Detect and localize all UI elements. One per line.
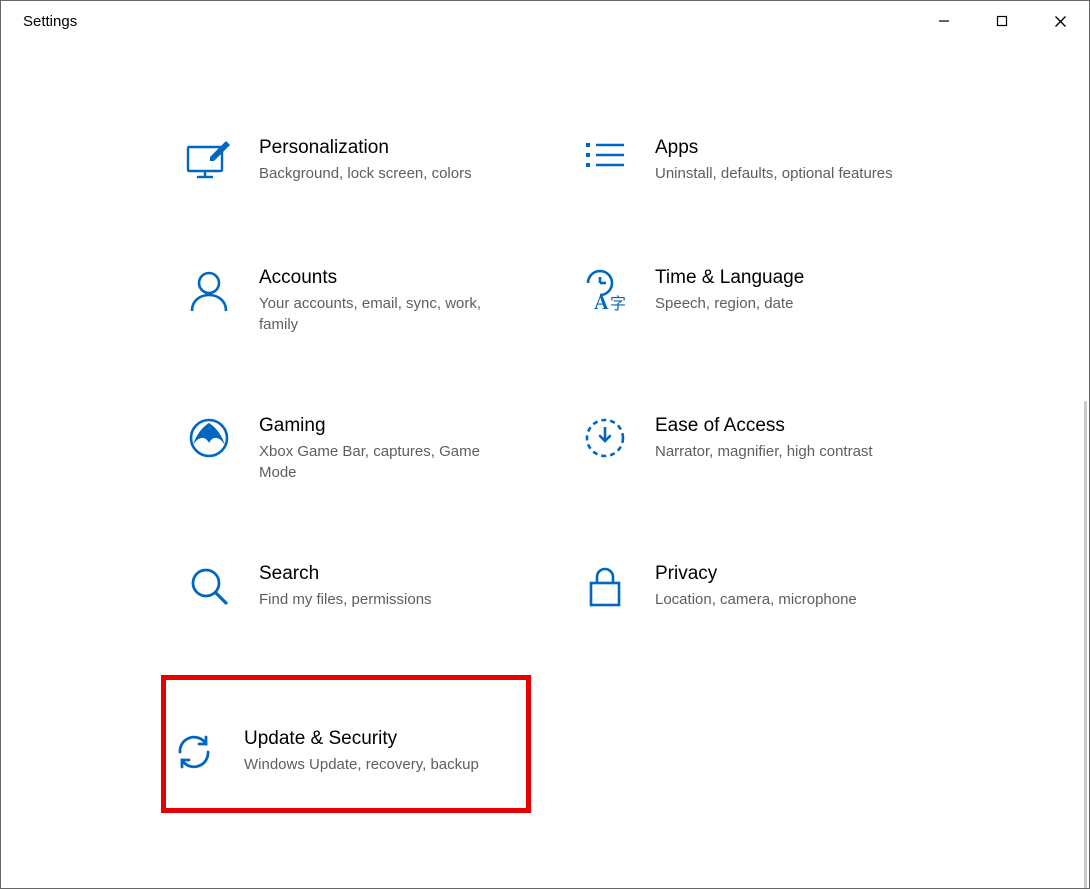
tile-title: Personalization [259, 137, 472, 159]
privacy-icon [581, 565, 629, 613]
time-language-icon: A 字 [581, 269, 629, 317]
tile-accounts[interactable]: Accounts Your accounts, email, sync, wor… [181, 261, 541, 341]
gaming-icon [185, 417, 233, 465]
search-icon [185, 565, 233, 613]
tile-title: Accounts [259, 267, 519, 289]
titlebar: Settings [1, 1, 1089, 41]
tile-title: Apps [655, 137, 893, 159]
tile-title: Search [259, 563, 432, 585]
tile-title: Gaming [259, 415, 519, 437]
update-security-icon [170, 730, 218, 778]
settings-window: Settings [0, 0, 1090, 889]
svg-text:字: 字 [610, 295, 626, 313]
close-button[interactable] [1031, 1, 1089, 41]
maximize-icon [996, 15, 1008, 27]
minimize-icon [938, 15, 950, 27]
tile-title: Time & Language [655, 267, 804, 289]
tile-title: Privacy [655, 563, 857, 585]
tile-desc: Xbox Game Bar, captures, Game Mode [259, 441, 519, 483]
tile-desc: Uninstall, defaults, optional features [655, 163, 893, 184]
tile-search[interactable]: Search Find my files, permissions [181, 557, 541, 619]
tile-privacy[interactable]: Privacy Location, camera, microphone [577, 557, 957, 619]
tile-time-language[interactable]: A 字 Time & Language Speech, region, date [577, 261, 957, 341]
window-controls [915, 1, 1089, 41]
personalization-icon [185, 139, 233, 187]
tile-desc: Speech, region, date [655, 293, 804, 314]
tile-title: Update & Security [244, 728, 479, 750]
apps-icon [581, 139, 629, 187]
tile-desc: Your accounts, email, sync, work, family [259, 293, 519, 335]
content-area: Personalization Background, lock screen,… [1, 41, 1089, 888]
window-title: Settings [23, 13, 77, 30]
close-icon [1054, 15, 1067, 28]
scrollbar[interactable] [1084, 401, 1087, 889]
tile-personalization[interactable]: Personalization Background, lock screen,… [181, 131, 541, 193]
tile-desc: Location, camera, microphone [655, 589, 857, 610]
settings-grid: Personalization Background, lock screen,… [181, 131, 961, 813]
tile-desc: Background, lock screen, colors [259, 163, 472, 184]
tile-update-security[interactable]: Update & Security Windows Update, recove… [161, 675, 531, 813]
tile-gaming[interactable]: Gaming Xbox Game Bar, captures, Game Mod… [181, 409, 541, 489]
tile-title: Ease of Access [655, 415, 873, 437]
tile-desc: Windows Update, recovery, backup [244, 754, 479, 775]
tile-desc: Narrator, magnifier, high contrast [655, 441, 873, 462]
svg-text:A: A [594, 292, 609, 313]
minimize-button[interactable] [915, 1, 973, 41]
tile-ease-of-access[interactable]: Ease of Access Narrator, magnifier, high… [577, 409, 957, 489]
ease-of-access-icon [581, 417, 629, 465]
tile-apps[interactable]: Apps Uninstall, defaults, optional featu… [577, 131, 957, 193]
accounts-icon [185, 269, 233, 317]
tile-desc: Find my files, permissions [259, 589, 432, 610]
maximize-button[interactable] [973, 1, 1031, 41]
